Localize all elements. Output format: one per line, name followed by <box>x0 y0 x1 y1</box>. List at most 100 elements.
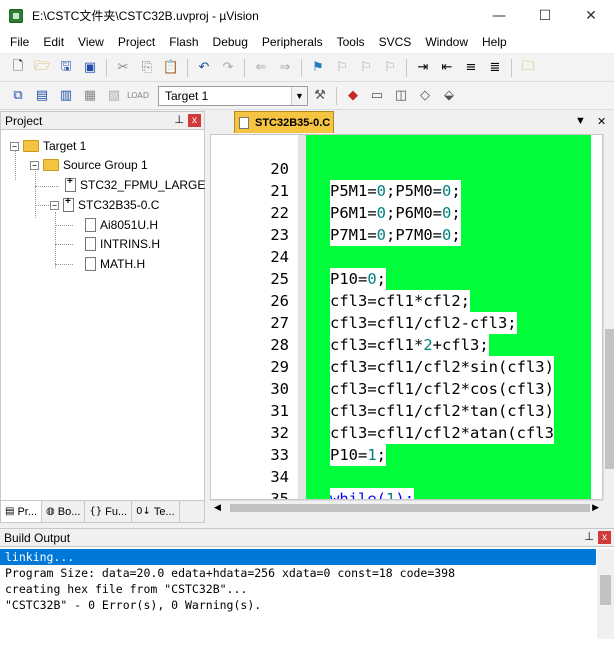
undo-icon[interactable]: ↶ <box>194 58 214 78</box>
tree-file-source[interactable]: − STC32B35-0.C <box>50 196 159 214</box>
collapse-icon[interactable]: − <box>50 200 59 210</box>
tree-file-label: STC32B35-0.C <box>78 198 160 212</box>
pin-icon[interactable]: ⊥ <box>174 113 184 126</box>
build-toolbar: ⧉ ▤ ▥ ▦ ▧ LOAD Target 1 ▼ ⚒ ◆ ▭ ◫ ◇ ⬙ <box>0 82 614 110</box>
unindent-icon[interactable]: ⇤ <box>437 58 457 78</box>
tab-label: Bo... <box>57 505 81 518</box>
menu-svcs[interactable]: SVCS <box>372 31 419 53</box>
close-tab-icon[interactable]: ✕ <box>597 115 606 128</box>
chevron-down-icon[interactable]: ▼ <box>291 86 307 105</box>
scroll-right-icon[interactable]: ▶ <box>592 502 599 513</box>
collapse-icon[interactable]: − <box>30 160 39 170</box>
prev-bookmark-icon[interactable]: ⚐ <box>332 58 352 78</box>
file-extensions-icon[interactable]: ▭ <box>367 86 387 106</box>
tab-list-chevron-icon[interactable]: ▼ <box>575 115 586 127</box>
editor-vertical-scrollbar[interactable] <box>603 134 614 500</box>
paste-icon[interactable]: 📋 <box>161 58 181 78</box>
cut-icon[interactable]: ✂ <box>113 58 133 78</box>
build-output-line: "CSTC32B" - 0 Error(s), 0 Warning(s). <box>5 598 262 612</box>
runtime-environment-icon[interactable]: ⬙ <box>439 86 459 106</box>
code-editor[interactable]: 20 P5M1=0;P5M0=0; 21 P6M1=0;P6M0=0; 22 P… <box>210 134 603 500</box>
save-icon[interactable]: 🖫 <box>56 58 76 78</box>
navigate-forward-icon[interactable]: ⇒ <box>275 58 295 78</box>
select-packs-icon[interactable]: ◫ <box>391 86 411 106</box>
scrollbar-thumb[interactable] <box>605 329 614 469</box>
title-bar: E:\CSTC文件夹\CSTC32B.uvproj - µVision — ☐ … <box>0 0 614 31</box>
clear-bookmarks-icon[interactable]: ⚐ <box>380 58 400 78</box>
copy-icon[interactable]: ⎘ <box>137 58 157 78</box>
maximize-button[interactable]: ☐ <box>522 0 568 31</box>
bookmark-icon[interactable]: ⚑ <box>308 58 328 78</box>
indent-icon[interactable]: ⇥ <box>413 58 433 78</box>
editor-tab-label: STC32B35-0.C <box>255 116 331 129</box>
scrollbar-thumb[interactable] <box>230 504 590 512</box>
code-text: while(1); <box>330 488 415 499</box>
uncomment-icon[interactable]: ≣ <box>485 58 505 78</box>
close-window-button[interactable]: ✕ <box>568 0 614 31</box>
minimize-button[interactable]: — <box>476 0 522 31</box>
tab-label: Pr... <box>17 505 38 518</box>
tree-file-lib[interactable]: STC32_FPMU_LARGE <box>65 176 205 194</box>
tab-editor-file[interactable]: STC32B35-0.C <box>234 111 334 133</box>
editor-horizontal-scrollbar[interactable]: ◀ ▶ <box>210 500 603 514</box>
menu-edit[interactable]: Edit <box>36 31 71 53</box>
code-line: 29 cfl3=cfl1/cfl2*cos(cfl3) <box>211 334 602 400</box>
menu-view[interactable]: View <box>71 31 111 53</box>
menu-tools[interactable]: Tools <box>330 31 372 53</box>
build-output-scrollbar[interactable] <box>597 549 614 639</box>
collapse-icon[interactable]: − <box>10 141 19 151</box>
scrollbar-thumb[interactable] <box>600 575 611 605</box>
close-panel-icon[interactable]: x <box>598 531 611 544</box>
target-select-value: Target 1 <box>165 88 209 103</box>
navigate-back-icon[interactable]: ⇐ <box>251 58 271 78</box>
code-line: 33 <box>211 422 602 464</box>
tree-source-group-label: Source Group 1 <box>63 158 148 172</box>
build-icon[interactable]: ▤ <box>32 86 52 106</box>
templates-tab-icon: 0↓ <box>136 506 151 517</box>
tree-include-file[interactable]: INTRINS.H <box>85 235 160 253</box>
next-bookmark-icon[interactable]: ⚐ <box>356 58 376 78</box>
pack-installer-icon[interactable]: ◇ <box>415 86 435 106</box>
build-output-text[interactable]: linking... Program Size: data=20.0 edata… <box>0 549 596 639</box>
close-panel-icon[interactable]: x <box>188 114 201 127</box>
target-options-icon[interactable]: ⚒ <box>310 86 330 106</box>
download-icon[interactable]: LOAD <box>127 86 149 106</box>
tree-target[interactable]: − Target 1 <box>10 137 86 155</box>
menu-help[interactable]: Help <box>475 31 514 53</box>
tree-include-file[interactable]: Ai8051U.H <box>85 216 158 234</box>
manage-components-icon[interactable]: ◆ <box>343 86 363 106</box>
target-select[interactable]: Target 1 ▼ <box>158 85 308 106</box>
menu-window[interactable]: Window <box>418 31 475 53</box>
tab-project[interactable]: ▤ Pr... <box>1 501 43 522</box>
tab-templates[interactable]: 0↓ Te... <box>132 501 180 522</box>
menu-project[interactable]: Project <box>111 31 162 53</box>
code-line: 32 P10=1; <box>211 400 602 466</box>
tab-functions[interactable]: {} Fu... <box>85 501 133 522</box>
menu-flash[interactable]: Flash <box>162 31 205 53</box>
comment-icon[interactable]: ≡ <box>461 58 481 78</box>
header-file-icon <box>85 218 96 232</box>
redo-icon[interactable]: ↷ <box>218 58 238 78</box>
window-controls: — ☐ ✕ <box>476 0 614 31</box>
build-output-line: Program Size: data=20.0 edata+hdata=256 … <box>5 566 456 580</box>
save-all-icon[interactable]: ▣ <box>80 58 100 78</box>
project-panel-tabs: ▤ Pr... ◍ Bo... {} Fu... 0↓ Te... <box>1 500 204 522</box>
find-in-files-icon[interactable]: 🗀 <box>518 58 538 78</box>
rebuild-icon[interactable]: ▥ <box>56 86 76 106</box>
open-folder-icon[interactable]: 🗁 <box>32 58 52 78</box>
tree-include-file[interactable]: MATH.H <box>85 255 145 273</box>
new-file-icon[interactable]: 🗋 <box>8 58 28 78</box>
translate-icon[interactable]: ⧉ <box>8 86 28 106</box>
scroll-left-icon[interactable]: ◀ <box>214 502 221 513</box>
menu-file[interactable]: File <box>3 31 36 53</box>
toolbar-separator <box>301 58 302 77</box>
pin-icon[interactable]: ⊥ <box>584 530 594 543</box>
tab-books[interactable]: ◍ Bo... <box>42 501 86 522</box>
code-line: 26 cfl3=cfl1/cfl2-cfl3; <box>211 268 602 334</box>
tree-source-group[interactable]: − Source Group 1 <box>30 156 148 174</box>
menu-peripherals[interactable]: Peripherals <box>255 31 330 53</box>
menu-debug[interactable]: Debug <box>206 31 255 53</box>
stop-build-icon[interactable]: ▧ <box>104 86 124 106</box>
batch-build-icon[interactable]: ▦ <box>80 86 100 106</box>
tree-target-label: Target 1 <box>43 139 87 153</box>
